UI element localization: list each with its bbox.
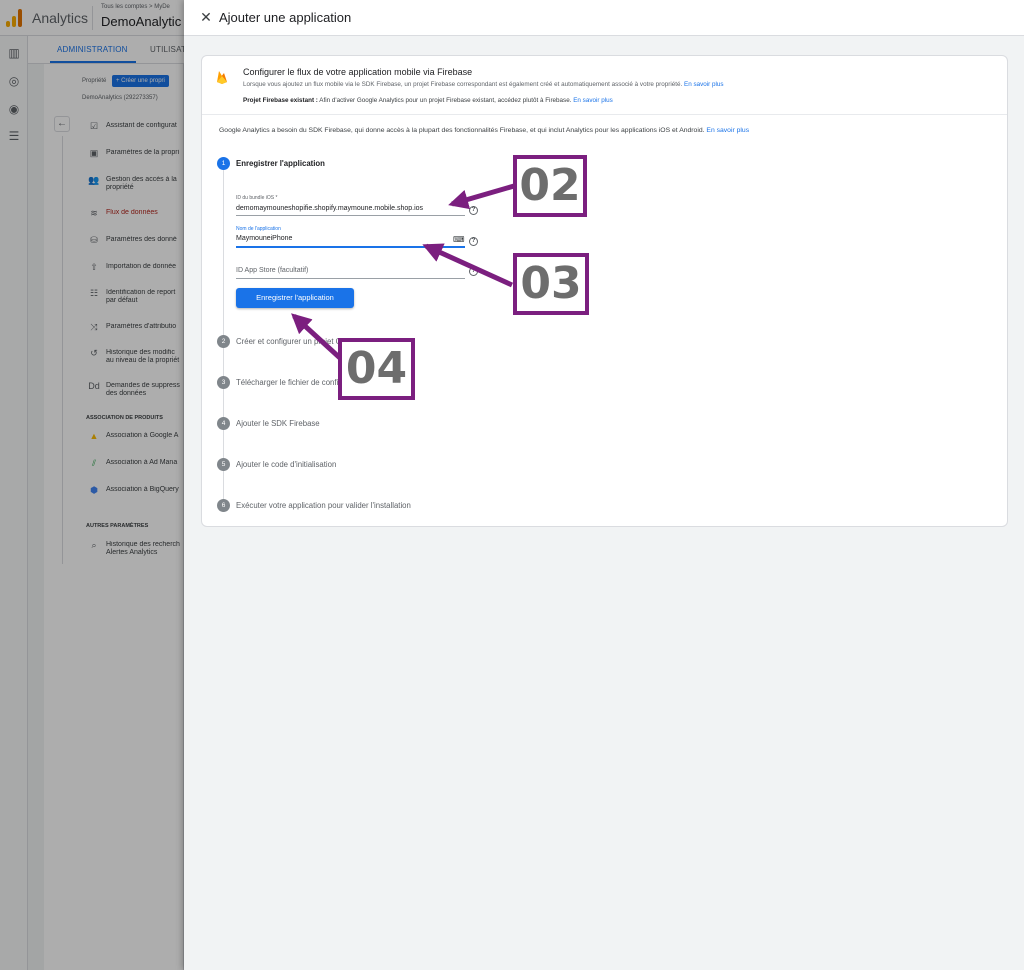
app-name-help-icon[interactable]: ? xyxy=(469,237,478,246)
firebase-icon xyxy=(217,71,227,84)
step-number-5: 5 xyxy=(217,458,230,471)
firebase-existing-note: Projet Firebase existant : Afin d'active… xyxy=(243,97,613,104)
annotation-label-02: 02 xyxy=(513,155,587,217)
add-app-drawer: ✕ Ajouter une application Configurer le … xyxy=(184,0,1024,970)
bundle-id-field[interactable]: ID du bundle iOS * demomaymouneshopifie.… xyxy=(236,195,465,217)
step-number-3: 3 xyxy=(217,376,230,389)
sdk-learn-more-link[interactable]: En savoir plus xyxy=(706,127,749,134)
app-store-id-field[interactable]: ID App Store (facultatif) xyxy=(236,265,465,279)
step-number-6: 6 xyxy=(217,499,230,512)
setup-card: Configurer le flux de votre application … xyxy=(201,55,1008,527)
bundle-id-underline xyxy=(236,215,465,216)
annotation-label-04: 04 xyxy=(338,338,415,400)
app-name-field[interactable]: Nom de l'application MaymouneiPhone xyxy=(236,226,465,248)
drawer-header: ✕ Ajouter une application xyxy=(184,0,1024,36)
bundle-id-help-icon[interactable]: ? xyxy=(469,206,478,215)
step-title-5: Ajouter le code d'initialisation xyxy=(236,460,337,469)
existing-project-learn-more-link[interactable]: En savoir plus xyxy=(573,97,613,104)
step-title-4: Ajouter le SDK Firebase xyxy=(236,419,320,428)
firebase-learn-more-link[interactable]: En savoir plus xyxy=(684,81,724,88)
bundle-id-value[interactable]: demomaymouneshopifie.shopify.maymoune.mo… xyxy=(236,205,423,212)
step-title-6: Exécuter votre application pour valider … xyxy=(236,501,411,510)
sdk-note: Google Analytics a besoin du SDK Firebas… xyxy=(219,127,750,134)
app-store-help-icon[interactable]: ? xyxy=(469,267,478,276)
app-name-underline xyxy=(236,246,465,248)
step-title-1: Enregistrer l'application xyxy=(236,159,325,168)
keyboard-icon[interactable]: ⌨ xyxy=(453,235,465,244)
drawer-title: Ajouter une application xyxy=(219,10,352,25)
step-number-2: 2 xyxy=(217,335,230,348)
bundle-id-label: ID du bundle iOS * xyxy=(236,195,278,201)
step-number-1: 1 xyxy=(217,157,230,170)
app-name-label: Nom de l'application xyxy=(236,226,281,232)
app-name-value[interactable]: MaymouneiPhone xyxy=(236,235,292,242)
app-store-id-placeholder[interactable]: ID App Store (facultatif) xyxy=(236,267,308,274)
annotation-label-03: 03 xyxy=(513,253,589,315)
step-number-4: 4 xyxy=(217,417,230,430)
stepper-line xyxy=(223,170,224,335)
close-icon[interactable]: ✕ xyxy=(198,9,214,25)
firebase-banner: Configurer le flux de votre application … xyxy=(202,56,1007,115)
app-store-id-underline xyxy=(236,278,465,279)
firebase-description: Lorsque vous ajoutez un flux mobile via … xyxy=(243,81,724,88)
register-app-button[interactable]: Enregistrer l'application xyxy=(236,288,354,308)
modal-scrim[interactable] xyxy=(0,0,184,970)
firebase-title: Configurer le flux de votre application … xyxy=(243,67,473,77)
